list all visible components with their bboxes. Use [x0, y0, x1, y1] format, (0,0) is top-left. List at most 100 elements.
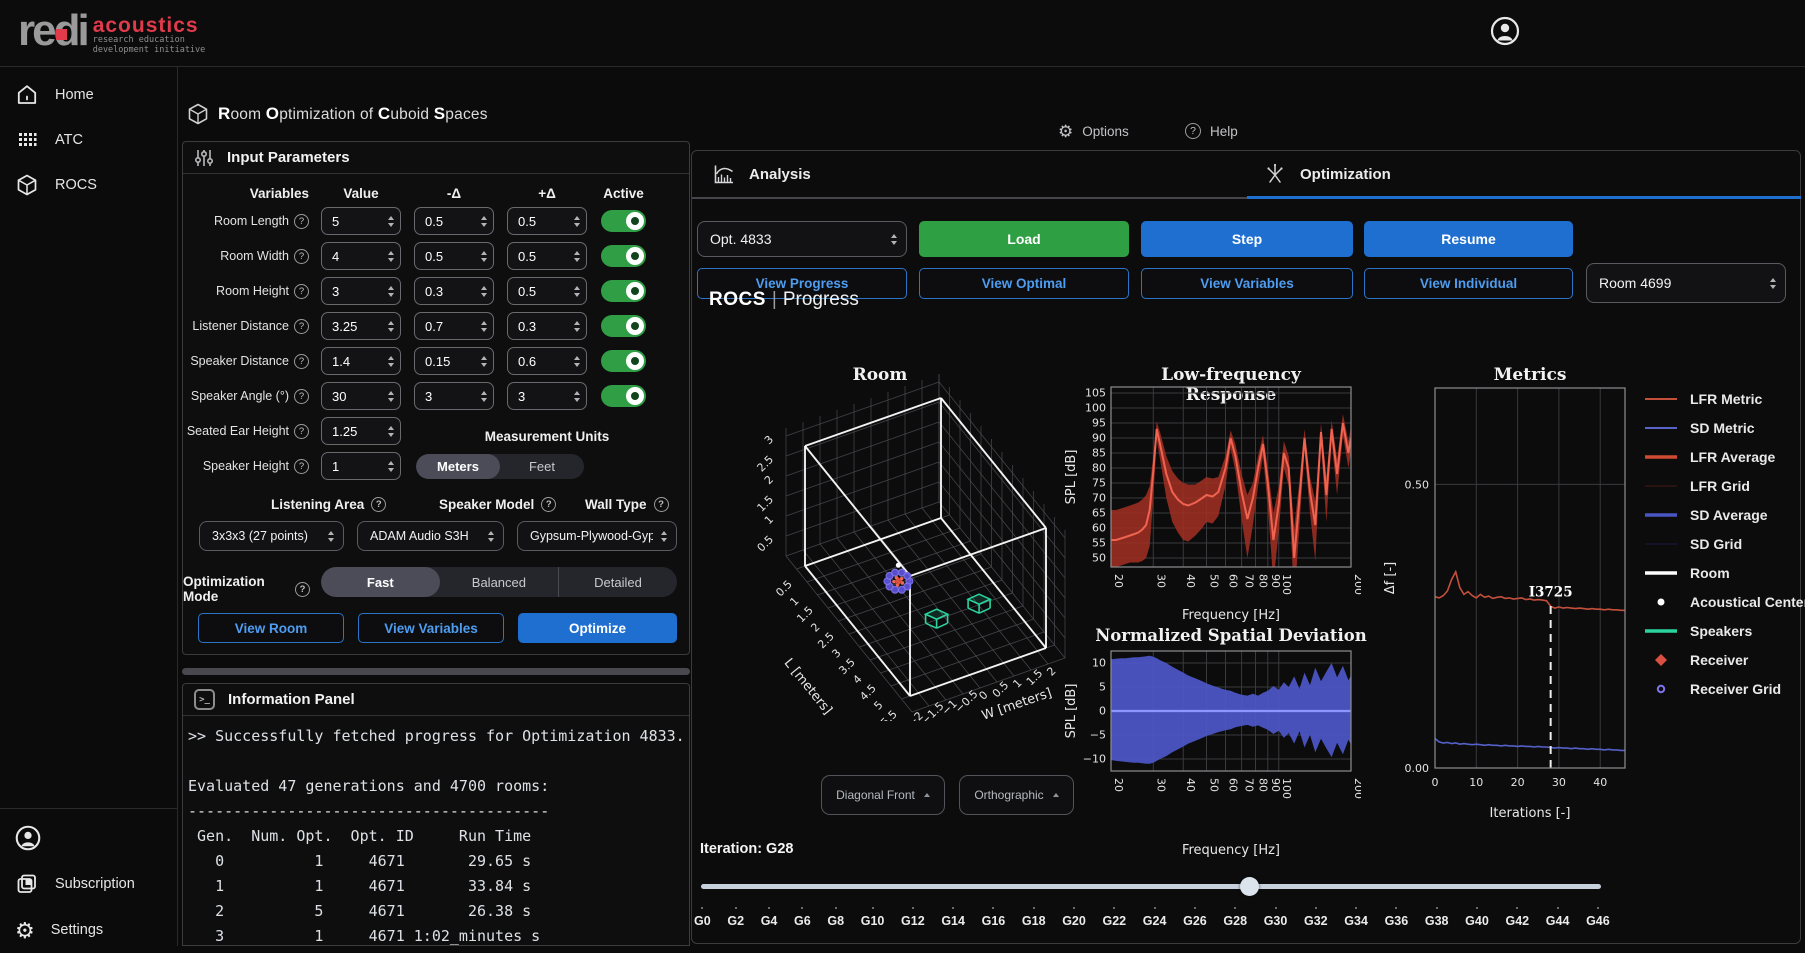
spinner-up-icon[interactable] [481, 321, 487, 325]
optimization-mode-help-icon[interactable]: ? [295, 582, 310, 597]
help-button[interactable]: ? Help [1185, 118, 1238, 144]
active-toggle[interactable] [601, 245, 646, 267]
load-button[interactable]: Load [919, 221, 1129, 257]
optimization-mode-toggle[interactable]: FastBalancedDetailed [321, 567, 677, 597]
mode-option-balanced[interactable]: Balanced [440, 567, 559, 597]
spinner-down-icon[interactable] [388, 258, 394, 262]
view-individual-button[interactable]: View Individual [1364, 268, 1573, 299]
measurement-units-toggle[interactable]: MetersFeet [416, 454, 584, 479]
spinner-arrows-icon[interactable] [388, 391, 394, 402]
row-help-icon[interactable]: ? [294, 249, 309, 264]
optimize-button[interactable]: Optimize [518, 613, 677, 643]
plus-delta-spinner[interactable]: 0.5 [507, 277, 587, 305]
spinner-arrows-icon[interactable] [388, 461, 394, 472]
view-room-button[interactable]: View Room [198, 613, 344, 643]
tab-analysis[interactable]: Analysis [712, 151, 811, 197]
speaker-model-select[interactable]: ADAM Audio S3H [357, 521, 504, 551]
spinner-arrows-icon[interactable] [388, 216, 394, 227]
projection-dropdown[interactable]: Orthographic [959, 775, 1074, 815]
spinner-arrows-icon[interactable] [388, 251, 394, 262]
options-button[interactable]: ⚙ Options [1058, 118, 1129, 144]
spinner-down-icon[interactable] [574, 293, 580, 297]
generation-slider[interactable] [701, 884, 1601, 889]
spinner-down-icon[interactable] [481, 398, 487, 402]
spinner-arrows-icon[interactable] [481, 391, 487, 402]
spinner-down-icon[interactable] [574, 363, 580, 367]
sidebar-item-account[interactable] [0, 815, 177, 861]
units-option-feet[interactable]: Feet [500, 454, 584, 479]
minus-delta-spinner[interactable]: 0.5 [414, 242, 494, 270]
tab-optimization[interactable]: Optimization [1263, 151, 1391, 197]
spinner-up-icon[interactable] [481, 216, 487, 220]
row-help-icon[interactable]: ? [294, 354, 309, 369]
plus-delta-spinner[interactable]: 3 [507, 382, 587, 410]
active-toggle[interactable] [601, 315, 646, 337]
spinner-up-icon[interactable] [481, 286, 487, 290]
minus-delta-spinner[interactable]: 3 [414, 382, 494, 410]
room-select[interactable]: Room 4699 [1586, 263, 1786, 303]
spinner-arrows-icon[interactable] [388, 426, 394, 437]
spinner-down-icon[interactable] [481, 363, 487, 367]
spinner-arrows-icon[interactable] [481, 251, 487, 262]
spinner-up-icon[interactable] [388, 321, 394, 325]
listening-area-help-icon[interactable]: ? [371, 497, 386, 512]
value-spinner[interactable]: 5 [321, 207, 401, 235]
active-toggle[interactable] [601, 350, 646, 372]
spinner-down-icon[interactable] [388, 363, 394, 367]
listening-area-select[interactable]: 3x3x3 (27 points) [199, 521, 344, 551]
value-spinner[interactable]: 30 [321, 382, 401, 410]
spinner-arrows-icon[interactable] [574, 216, 580, 227]
spinner-down-icon[interactable] [388, 398, 394, 402]
spinner-arrows-icon[interactable] [388, 356, 394, 367]
spinner-down-icon[interactable] [481, 293, 487, 297]
value-spinner[interactable]: 3 [321, 277, 401, 305]
spinner-arrows-icon[interactable] [574, 321, 580, 332]
spinner-arrows-icon[interactable] [574, 251, 580, 262]
user-avatar[interactable] [1490, 16, 1520, 46]
sidebar-item-home[interactable]: Home [0, 72, 177, 117]
plus-delta-spinner[interactable]: 0.6 [507, 347, 587, 375]
spinner-arrows-icon[interactable] [388, 321, 394, 332]
row-help-icon[interactable]: ? [294, 214, 309, 229]
plus-delta-spinner[interactable]: 0.5 [507, 207, 587, 235]
spinner-arrows-icon[interactable] [574, 286, 580, 297]
row-help-icon[interactable]: ? [294, 424, 309, 439]
sidebar-item-subscription[interactable]: Subscription [0, 861, 177, 907]
step-button[interactable]: Step [1141, 221, 1353, 257]
spinner-down-icon[interactable] [481, 328, 487, 332]
spinner-up-icon[interactable] [388, 391, 394, 395]
active-toggle[interactable] [601, 385, 646, 407]
units-option-meters[interactable]: Meters [416, 454, 500, 479]
spinner-arrows-icon[interactable] [481, 321, 487, 332]
spinner-down-icon[interactable] [388, 468, 394, 472]
spinner-up-icon[interactable] [574, 286, 580, 290]
spinner-arrows-icon[interactable] [481, 216, 487, 227]
resume-button[interactable]: Resume [1364, 221, 1573, 257]
mode-option-fast[interactable]: Fast [321, 567, 440, 597]
spinner-up-icon[interactable] [574, 356, 580, 360]
spinner-down-icon[interactable] [574, 258, 580, 262]
generation-slider-handle[interactable] [1240, 877, 1259, 896]
row-help-icon[interactable]: ? [294, 284, 309, 299]
view-angle-dropdown[interactable]: Diagonal Front [821, 775, 945, 815]
value-spinner[interactable]: 1.25 [321, 417, 401, 445]
view-variables-button-workspace[interactable]: View Variables [1141, 268, 1353, 299]
spinner-arrows-icon[interactable] [388, 286, 394, 297]
row-help-icon[interactable]: ? [294, 319, 309, 334]
spinner-up-icon[interactable] [388, 426, 394, 430]
minus-delta-spinner[interactable]: 0.5 [414, 207, 494, 235]
row-help-icon[interactable]: ? [294, 459, 309, 474]
sidebar-item-rocs[interactable]: ROCS [0, 162, 177, 207]
spinner-down-icon[interactable] [481, 258, 487, 262]
active-toggle[interactable] [601, 280, 646, 302]
row-help-icon[interactable]: ? [294, 389, 309, 404]
panel-resizer-handle[interactable] [182, 668, 690, 675]
spinner-up-icon[interactable] [574, 321, 580, 325]
spinner-down-icon[interactable] [388, 223, 394, 227]
value-spinner[interactable]: 4 [321, 242, 401, 270]
spinner-up-icon[interactable] [574, 391, 580, 395]
spinner-down-icon[interactable] [574, 223, 580, 227]
mode-option-detailed[interactable]: Detailed [558, 567, 677, 597]
view-optimal-button[interactable]: View Optimal [919, 268, 1129, 299]
minus-delta-spinner[interactable]: 0.3 [414, 277, 494, 305]
